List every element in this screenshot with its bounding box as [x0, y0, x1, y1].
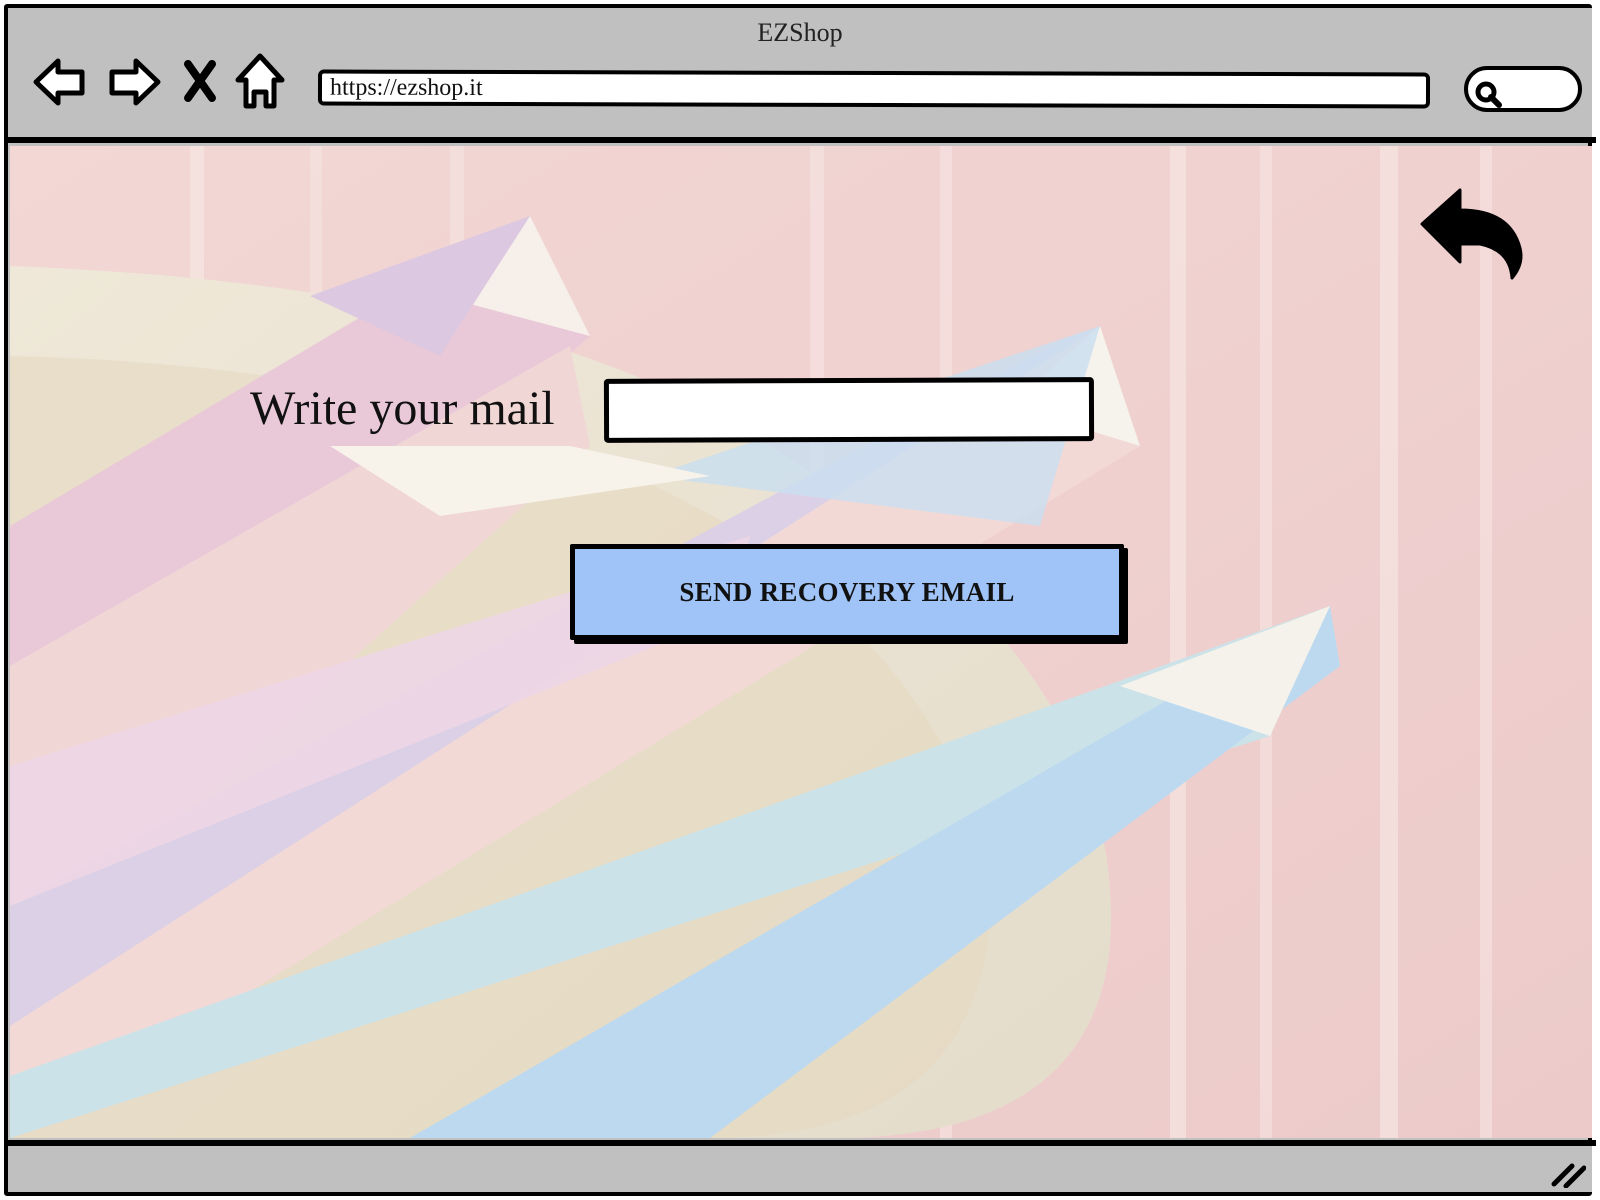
- undo-arrow-icon[interactable]: [1420, 188, 1530, 288]
- title-bar: EZShop https://ezshop.it: [8, 8, 1592, 140]
- status-bar: [8, 1146, 1592, 1192]
- browser-window: EZShop https://ezshop.it Write your mail…: [0, 0, 1600, 1200]
- search-field[interactable]: [1464, 66, 1582, 112]
- email-field[interactable]: [603, 377, 1095, 443]
- back-icon[interactable]: [30, 52, 90, 112]
- url-bar[interactable]: https://ezshop.it: [317, 69, 1431, 109]
- forward-icon[interactable]: [104, 52, 164, 112]
- toolbar-divider: [4, 137, 1596, 143]
- home-icon[interactable]: [230, 52, 290, 112]
- window-title: EZShop: [757, 18, 843, 47]
- page-content: Write your mail SEND RECOVERY EMAIL: [10, 146, 1592, 1138]
- background-image: [10, 146, 1592, 1138]
- mail-label: Write your mail: [250, 382, 555, 435]
- stop-icon[interactable]: [180, 52, 220, 112]
- send-recovery-email-button[interactable]: SEND RECOVERY EMAIL: [570, 544, 1124, 640]
- search-icon: [1475, 81, 1502, 108]
- resize-grip-icon[interactable]: [1550, 1158, 1586, 1188]
